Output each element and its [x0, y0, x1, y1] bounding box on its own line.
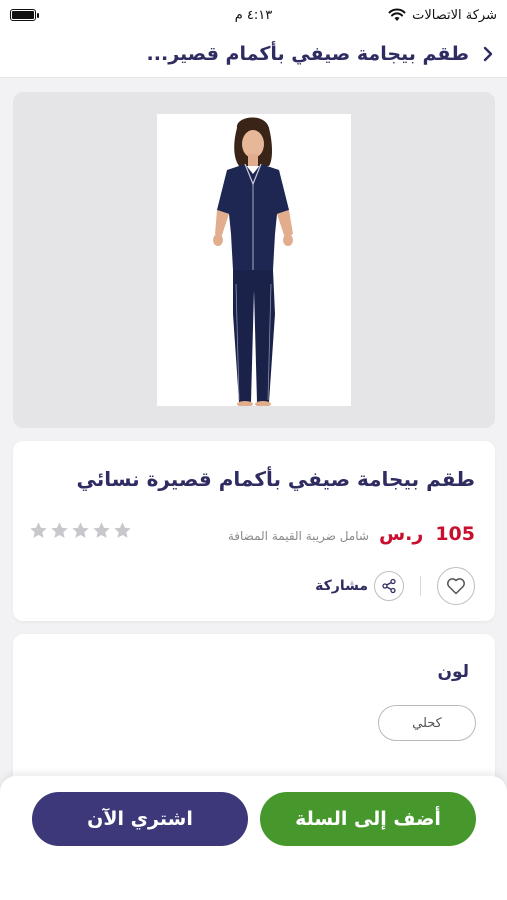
status-right: شركة الاتصالات [388, 8, 497, 23]
status-left [10, 9, 39, 21]
price-row: 105 ر.س شامل ضريبة القيمة المضافة [228, 523, 475, 545]
share-icon [382, 578, 396, 594]
status-bar: ٤:١٣ م شركة الاتصالات [0, 0, 507, 30]
price-amount: 105 [435, 523, 475, 545]
add-to-cart-button[interactable]: أضف إلى السلة [260, 792, 476, 846]
back-chevron-icon[interactable] [481, 45, 495, 63]
star-icon [51, 522, 68, 538]
product-photo[interactable] [157, 114, 351, 406]
star-icon [72, 522, 89, 538]
product-info-card: طقم بيجامة صيفي بأكمام قصيرة نسائي 105 ر… [13, 441, 495, 621]
share-icon-wrap[interactable] [374, 571, 404, 601]
buy-now-button[interactable]: اشتري الآن [32, 792, 248, 846]
wifi-icon [388, 8, 406, 21]
color-option-pill[interactable]: كحلي [378, 705, 476, 741]
star-icon [93, 522, 110, 538]
product-name: طقم بيجامة صيفي بأكمام قصيرة نسائي [76, 467, 475, 491]
product-actions-row: مشاركة [315, 567, 475, 605]
vat-note: شامل ضريبة القيمة المضافة [227, 529, 369, 543]
price-currency: ر.س [378, 523, 424, 545]
star-icon [30, 522, 47, 538]
bottom-action-bar: اشتري الآن أضف إلى السلة [0, 776, 507, 900]
color-option-title: لون [437, 662, 469, 682]
page-title: طقم بيجامة صيفي بأكمام قصير... [146, 42, 469, 65]
actions-divider [420, 576, 421, 596]
favorite-button[interactable] [437, 567, 475, 605]
product-image-card[interactable] [13, 92, 495, 428]
rating-stars [29, 521, 132, 540]
share-button[interactable]: مشاركة [315, 571, 404, 601]
star-icon [114, 522, 131, 538]
nav-bar: طقم بيجامة صيفي بأكمام قصير... [0, 30, 507, 78]
status-time: ٤:١٣ م [234, 7, 273, 23]
heart-icon [447, 578, 465, 595]
carrier-name: شركة الاتصالات [412, 7, 497, 23]
share-label: مشاركة [315, 578, 368, 594]
battery-icon [10, 9, 39, 21]
model-pajama-illustration [157, 114, 351, 406]
